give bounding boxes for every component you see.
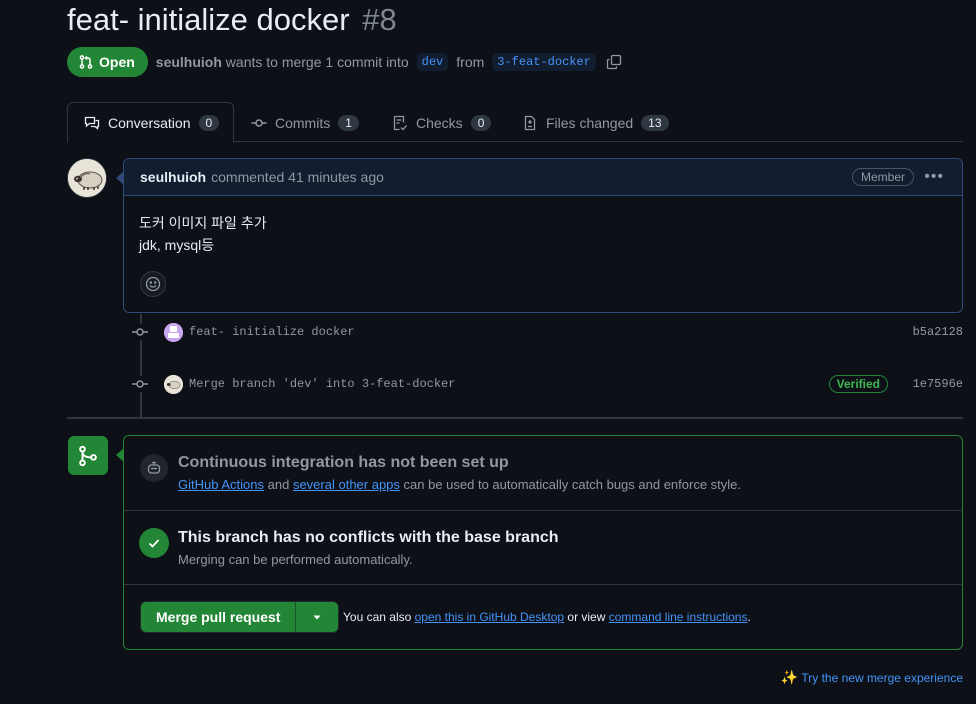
open-desktop-link[interactable]: open this in GitHub Desktop (415, 610, 564, 624)
merge-text: wants to merge 1 commit into (225, 54, 409, 70)
merge-action-section: Merge pull request You can also open thi… (124, 585, 962, 649)
git-merge-icon (79, 445, 97, 466)
pull-request-icon (79, 55, 93, 69)
page-title: feat- initialize docker #8 (67, 2, 397, 38)
ci-robot-icon (140, 454, 168, 482)
commit-message[interactable]: feat- initialize docker (189, 325, 355, 339)
checklist-icon (393, 115, 407, 130)
conflict-section: This branch has no conflicts with the ba… (124, 511, 962, 585)
check-icon (139, 528, 169, 558)
smiley-icon (145, 276, 161, 292)
comment-body: 도커 이미지 파일 추가 jdk, mysql등 (124, 196, 962, 272)
comment-line: jdk, mysql등 (139, 237, 215, 253)
add-reaction-button[interactable] (140, 271, 166, 297)
hint-prefix: You can also (343, 610, 412, 624)
commit-row: feat- initialize docker b5a2128 (132, 321, 963, 343)
command-line-link[interactable]: command line instructions (609, 610, 748, 624)
member-badge: Member (851, 168, 914, 186)
comment-header: seulhuioh commented 41 minutes ago (124, 159, 962, 196)
hint-mid: or view (567, 610, 606, 624)
author-link[interactable]: seulhuioh (156, 54, 222, 70)
copy-icon[interactable] (606, 54, 622, 70)
commit-sha[interactable]: 1e7596e (913, 377, 963, 391)
tab-conversation[interactable]: Conversation 0 (67, 102, 234, 143)
conflict-subtitle: Merging can be performed automatically. (178, 552, 413, 567)
ci-section: Continuous integration has not been set … (124, 436, 962, 511)
sheep-avatar-icon (68, 159, 106, 197)
tab-label: Conversation (108, 114, 191, 131)
tab-counter: 0 (198, 114, 220, 131)
kebab-menu-icon[interactable]: ••• (924, 168, 944, 186)
avatar[interactable] (67, 158, 107, 198)
other-apps-link[interactable]: several other apps (293, 477, 400, 492)
comment-timestamp[interactable]: commented 41 minutes ago (211, 169, 384, 185)
try-new-merge-link[interactable]: ✨ Try the new merge experience (781, 669, 963, 686)
avatar[interactable] (164, 322, 183, 342)
ci-description: GitHub Actions and several other apps ca… (178, 477, 741, 492)
state-badge: Open (67, 47, 148, 77)
commit-icon (132, 376, 148, 392)
ci-title: Continuous integration has not been set … (178, 454, 509, 471)
verified-badge[interactable]: Verified (828, 375, 888, 393)
merge-pull-request-button[interactable]: Merge pull request (141, 602, 297, 632)
merge-button-group: Merge pull request (140, 601, 340, 633)
merge-status-icon (68, 436, 108, 475)
conversation-icon (84, 116, 100, 130)
comment-box: seulhuioh commented 41 minutes ago Membe… (116, 158, 963, 313)
ci-and-text: and (267, 477, 290, 492)
commit-icon (251, 118, 267, 127)
merge-box: Continuous integration has not been set … (116, 435, 963, 650)
github-actions-link[interactable]: GitHub Actions (178, 477, 264, 492)
commit-message[interactable]: Merge branch 'dev' into 3-feat-docker (189, 377, 455, 391)
tab-files-changed[interactable]: Files changed 13 (522, 102, 669, 143)
avatar[interactable] (164, 374, 183, 394)
pr-title-text: feat- initialize docker (67, 2, 350, 37)
comment-author[interactable]: seulhuioh (140, 169, 206, 185)
merge-options-dropdown[interactable] (296, 602, 339, 632)
triangle-down-icon (313, 615, 321, 620)
file-diff-icon (524, 115, 536, 130)
try-link-label: Try the new merge experience (801, 670, 963, 685)
hint-suffix: . (747, 610, 751, 624)
merge-description: seulhuioh wants to merge 1 commit into (156, 54, 409, 70)
from-text: from (456, 54, 485, 70)
tab-counter: 13 (641, 114, 669, 131)
timeline-divider (67, 417, 963, 419)
merge-hint: You can also open this in GitHub Desktop… (343, 610, 751, 624)
pr-meta: Open seulhuioh wants to merge 1 commit i… (67, 47, 622, 77)
state-label: Open (99, 54, 135, 70)
tab-label: Files changed (546, 114, 634, 131)
tab-commits[interactable]: Commits 1 (251, 102, 359, 143)
tab-checks[interactable]: Checks 0 (392, 102, 492, 143)
head-branch[interactable]: 3-feat-docker (492, 53, 596, 71)
tab-label: Commits (275, 114, 331, 131)
pr-tabs: Conversation 0 Commits 1 Checks 0 Files … (67, 102, 963, 143)
pr-number: #8 (362, 2, 397, 37)
commit-icon (132, 324, 148, 340)
ci-rest-text: can be used to automatically catch bugs … (403, 477, 742, 492)
tab-label: Checks (416, 114, 463, 131)
base-branch[interactable]: dev (416, 53, 449, 71)
commit-row: Merge branch 'dev' into 3-feat-docker Ve… (132, 373, 963, 395)
comment-line: 도커 이미지 파일 추가 (139, 215, 267, 231)
commit-sha[interactable]: b5a2128 (913, 325, 963, 339)
tab-counter: 1 (338, 114, 359, 131)
conflict-title: This branch has no conflicts with the ba… (178, 529, 559, 546)
sparkles-icon: ✨ (780, 669, 799, 685)
tab-counter: 0 (470, 114, 492, 131)
